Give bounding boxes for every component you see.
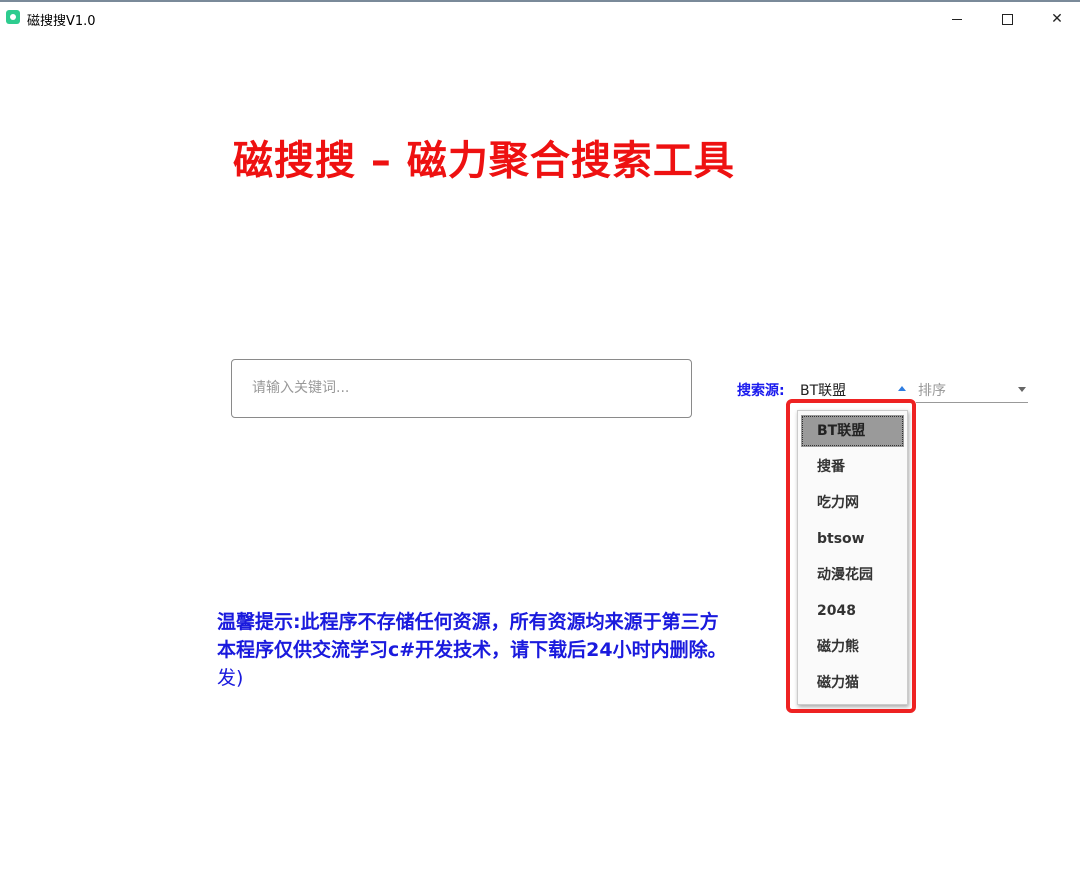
app-icon	[6, 10, 20, 24]
title-bar[interactable]: 磁搜搜V1.0 ✕	[0, 2, 1080, 32]
source-label: 搜索源:	[737, 383, 785, 399]
search-input[interactable]	[250, 375, 674, 401]
maximize-icon	[1001, 13, 1013, 25]
sort-select[interactable]: 排序	[916, 378, 1028, 403]
notice-text: 温馨提示:此程序不存储任何资源，所有资源均来源于第三方 本程序仅供交流学习c#开…	[217, 608, 797, 692]
chevron-down-icon	[1018, 387, 1026, 392]
chevron-up-icon	[898, 386, 906, 391]
sort-placeholder: 排序	[918, 383, 946, 399]
notice-line-3: 发)	[217, 667, 244, 689]
close-icon: ✕	[1051, 11, 1063, 27]
search-box[interactable]	[231, 359, 692, 418]
minimize-icon	[952, 18, 962, 20]
notice-line-2: 本程序仅供交流学习c#开发技术，请下载后24小时内删除。	[217, 639, 727, 661]
app-window: 磁搜搜V1.0 ✕ 磁搜搜 – 磁力聚合搜索工具 搜索源: BT联盟 排序 温馨…	[0, 0, 1080, 871]
source-selected-value: BT联盟	[800, 383, 847, 399]
notice-line-1: 温馨提示:此程序不存储任何资源，所有资源均来源于第三方	[217, 611, 719, 633]
maximize-button[interactable]	[984, 4, 1030, 34]
minimize-button[interactable]	[934, 4, 980, 34]
close-button[interactable]: ✕	[1034, 4, 1080, 34]
highlight-frame	[786, 399, 916, 713]
window-title: 磁搜搜V1.0	[27, 14, 96, 29]
page-title: 磁搜搜 – 磁力聚合搜索工具	[233, 138, 735, 184]
